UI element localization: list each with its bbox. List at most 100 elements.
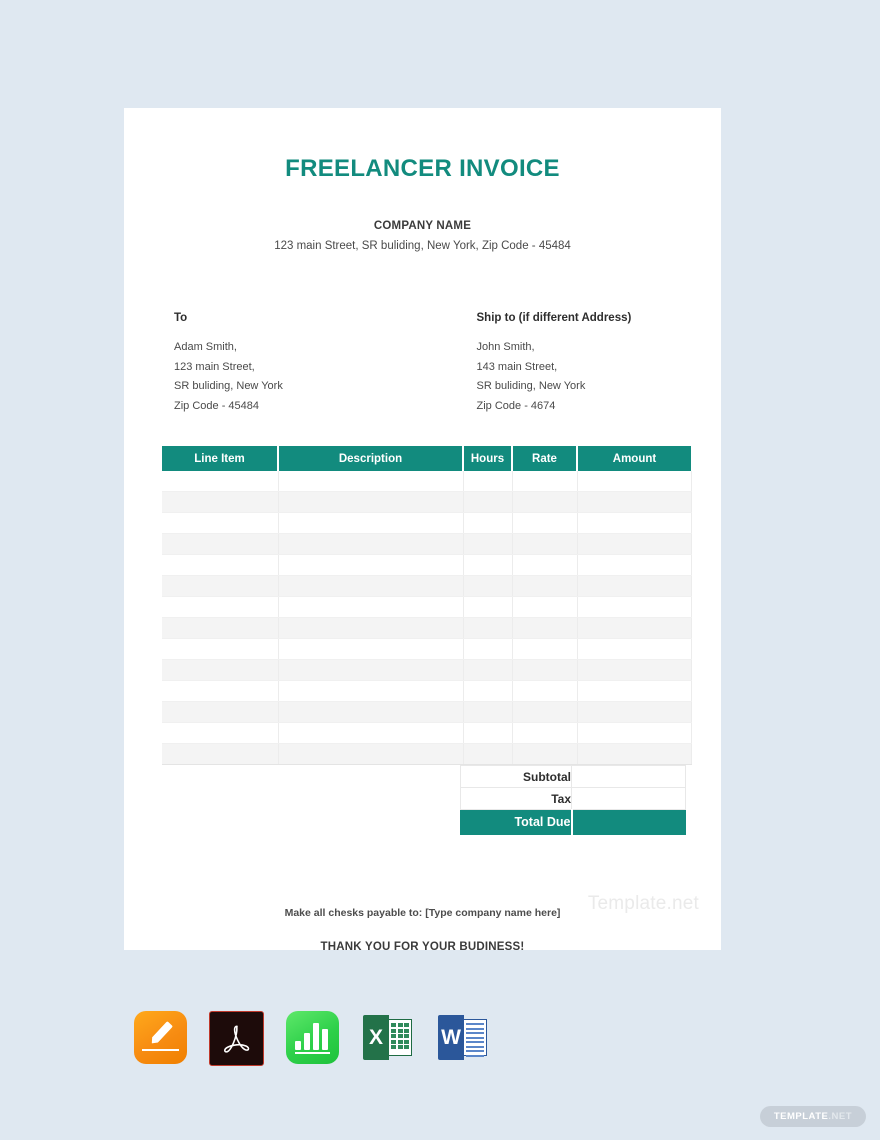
table-cell[interactable] (278, 722, 464, 744)
table-cell[interactable] (278, 617, 464, 639)
table-row (162, 743, 692, 765)
table-cell[interactable] (162, 512, 279, 534)
table-cell[interactable] (162, 491, 279, 513)
table-cell[interactable] (278, 554, 464, 576)
table-cell[interactable] (278, 533, 464, 555)
word-lines-shape (466, 1023, 484, 1057)
table-cell[interactable] (463, 743, 513, 765)
table-cell[interactable] (278, 491, 464, 513)
table-cell[interactable] (278, 471, 464, 492)
invoice-sheet: FREELANCER INVOICE COMPANY NAME 123 main… (124, 108, 721, 953)
ship-to-heading: Ship to (if different Address) (476, 312, 632, 324)
table-cell[interactable] (162, 596, 279, 618)
table-cell[interactable] (463, 596, 513, 618)
table-cell[interactable] (162, 471, 279, 492)
table-cell[interactable] (577, 743, 692, 765)
table-cell[interactable] (512, 471, 578, 492)
table-cell[interactable] (463, 491, 513, 513)
table-cell[interactable] (278, 596, 464, 618)
table-cell[interactable] (278, 701, 464, 723)
table-cell[interactable] (577, 701, 692, 723)
table-cell[interactable] (577, 722, 692, 744)
table-cell[interactable] (463, 533, 513, 555)
table-cell[interactable] (577, 659, 692, 681)
table-row (162, 722, 692, 744)
table-row (162, 680, 692, 702)
table-cell[interactable] (463, 617, 513, 639)
table-cell[interactable] (463, 638, 513, 660)
table-cell[interactable] (162, 575, 279, 597)
total-due-value[interactable] (570, 809, 686, 835)
bill-to-line: 123 main Street, (174, 360, 255, 373)
table-row (162, 701, 692, 723)
address-section: To Adam Smith, 123 main Street, SR bulid… (124, 312, 721, 416)
totals-row-subtotal: Subtotal (162, 765, 686, 788)
table-cell[interactable] (162, 743, 279, 765)
table-cell[interactable] (278, 680, 464, 702)
table-cell[interactable] (278, 743, 464, 765)
table-cell[interactable] (278, 575, 464, 597)
table-cell[interactable] (463, 722, 513, 744)
company-name: COMPANY NAME (373, 220, 472, 232)
table-cell[interactable] (162, 722, 279, 744)
table-cell[interactable] (577, 491, 692, 513)
table-cell[interactable] (512, 659, 578, 681)
table-cell[interactable] (512, 743, 578, 765)
bill-to-line: Zip Code - 45484 (174, 399, 259, 412)
table-cell[interactable] (512, 638, 578, 660)
table-cell[interactable] (512, 701, 578, 723)
table-cell[interactable] (512, 617, 578, 639)
ship-to-line: 143 main Street, (476, 360, 558, 373)
microsoft-excel-icon[interactable]: X (361, 1011, 414, 1064)
adobe-pdf-icon[interactable] (209, 1011, 264, 1066)
table-cell[interactable] (512, 533, 578, 555)
column-header-line-item: Line Item (162, 446, 279, 471)
table-cell[interactable] (162, 659, 279, 681)
table-cell[interactable] (512, 554, 578, 576)
table-header-row: Line Item Description Hours Rate Amount (162, 446, 691, 471)
tax-value[interactable] (571, 787, 686, 810)
table-cell[interactable] (512, 575, 578, 597)
table-cell[interactable] (577, 638, 692, 660)
apple-pages-icon[interactable] (134, 1011, 187, 1064)
table-cell[interactable] (162, 533, 279, 555)
table-cell[interactable] (577, 680, 692, 702)
apple-numbers-icon[interactable] (286, 1011, 339, 1064)
table-cell[interactable] (162, 680, 279, 702)
table-cell[interactable] (463, 659, 513, 681)
table-cell[interactable] (463, 471, 513, 492)
total-due-label: Total Due (460, 809, 572, 835)
table-cell[interactable] (577, 512, 692, 534)
table-cell[interactable] (577, 533, 692, 555)
table-cell[interactable] (463, 554, 513, 576)
table-cell[interactable] (512, 512, 578, 534)
totals-table: Subtotal Tax Total Due (162, 765, 686, 835)
table-cell[interactable] (512, 596, 578, 618)
table-cell[interactable] (577, 596, 692, 618)
line-items-table: Line Item Description Hours Rate Amount (162, 446, 692, 765)
template-watermark: Template.net (587, 893, 699, 914)
table-cell[interactable] (463, 701, 513, 723)
table-cell[interactable] (577, 471, 692, 492)
table-cell[interactable] (577, 554, 692, 576)
template-net-badge[interactable]: TEMPLATE.NET (759, 1106, 866, 1127)
table-cell[interactable] (463, 680, 513, 702)
table-cell[interactable] (512, 680, 578, 702)
table-cell[interactable] (577, 575, 692, 597)
table-cell[interactable] (278, 659, 464, 681)
ship-to-line: John Smith, (476, 341, 535, 353)
table-cell[interactable] (463, 575, 513, 597)
microsoft-word-icon[interactable]: W (436, 1011, 489, 1064)
pen-shape (148, 1021, 172, 1046)
table-cell[interactable] (278, 512, 464, 534)
table-cell[interactable] (162, 617, 279, 639)
table-cell[interactable] (512, 491, 578, 513)
table-cell[interactable] (577, 617, 692, 639)
table-cell[interactable] (463, 512, 513, 534)
table-cell[interactable] (278, 638, 464, 660)
table-cell[interactable] (512, 722, 578, 744)
table-cell[interactable] (162, 701, 279, 723)
table-cell[interactable] (162, 638, 279, 660)
subtotal-value[interactable] (571, 765, 686, 788)
table-cell[interactable] (162, 554, 279, 576)
